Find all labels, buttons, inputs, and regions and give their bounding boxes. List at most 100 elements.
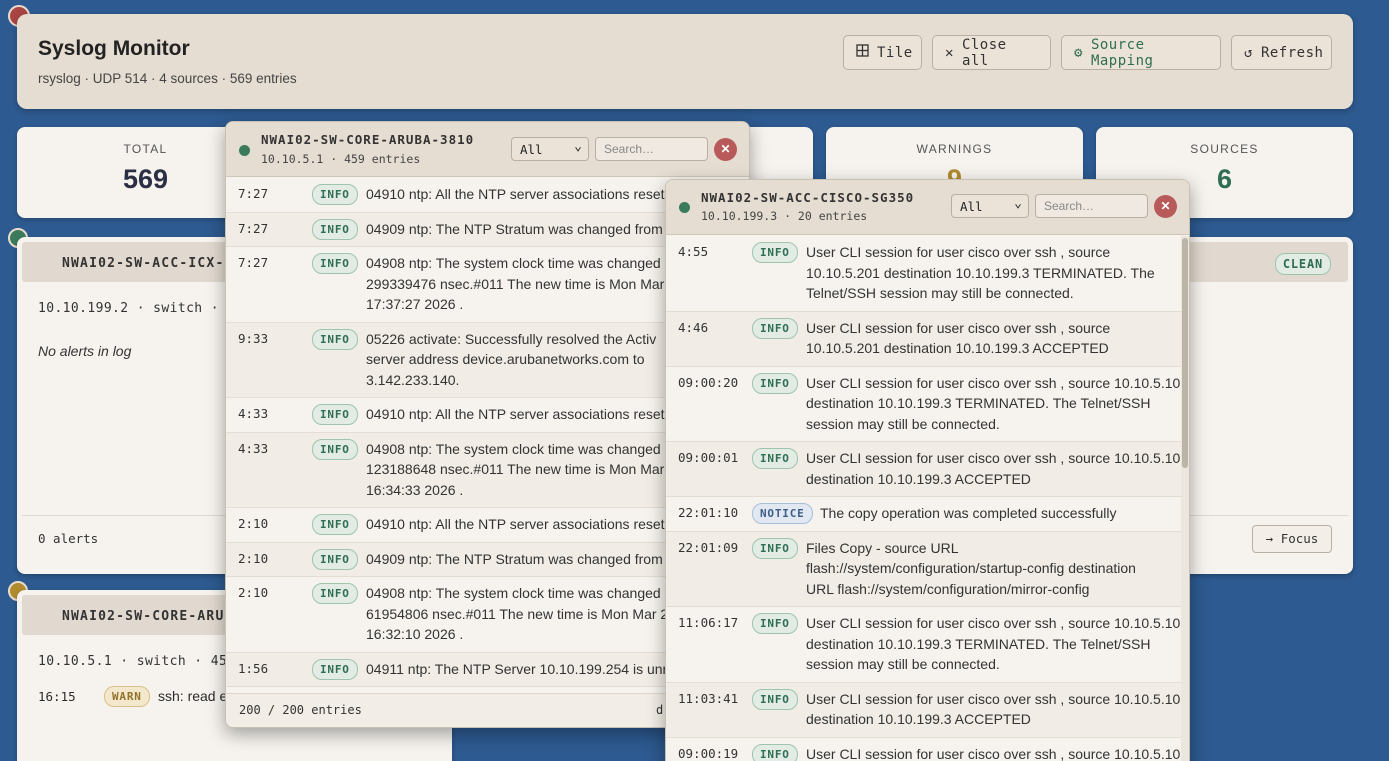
page-subtitle: rsyslog · UDP 514 · 4 sources · 569 entr…: [38, 71, 297, 86]
log-row[interactable]: 4:46 INFO User CLI session for user cisco …: [666, 311, 1181, 367]
close-panel-button[interactable]: ✕: [714, 138, 737, 161]
log-time: 4:33: [238, 406, 269, 421]
log-message: User CLI session for user cisco over ssh…: [806, 615, 1181, 672]
chevron-down-icon: ⌄: [1014, 196, 1022, 211]
log-time: 7:27: [238, 255, 269, 270]
log-message: 05226 activate: Successfully resolved th…: [366, 330, 657, 388]
log-row[interactable]: 09:00:19 INFO User CLI session for user ci…: [666, 738, 1181, 761]
log-time: 22:01:09: [678, 539, 739, 555]
level-badge: INFO: [312, 583, 358, 604]
clean-badge: CLEAN: [1274, 253, 1331, 275]
log-time: 2:10: [238, 585, 269, 600]
level-badge: INFO: [312, 253, 358, 274]
level-filter-select[interactable]: All ⌄: [951, 194, 1029, 218]
log-time: 4:46: [678, 319, 709, 335]
focus-button[interactable]: → Focus: [1252, 525, 1332, 553]
log-message: User CLI session for user cisco over ssh…: [806, 745, 1181, 761]
log-message: 04909 ntp: The NTP Stratum was changed f…: [366, 220, 663, 237]
log-time: 7:27: [238, 220, 269, 236]
level-badge: INFO: [312, 548, 358, 570]
log-row[interactable]: 11:03:41 INFO User CLI session for user ci…: [666, 682, 1181, 738]
log-time: 1:56: [238, 660, 269, 676]
close-icon: ✕: [945, 44, 954, 61]
refresh-button[interactable]: ↺ Refresh: [1231, 35, 1332, 70]
log-time: 22:01:10: [678, 505, 739, 520]
level-badge: INFO: [312, 328, 358, 350]
level-badge: INFO: [752, 743, 798, 761]
search-input[interactable]: Search…: [595, 137, 708, 161]
log-message: 04911 ntp: The NTP Server 10.10.199.254 …: [366, 660, 683, 677]
log-time: 7:27: [238, 186, 269, 201]
scrollbar-thumb[interactable]: [1182, 238, 1188, 468]
log-row[interactable]: 11:06:17 INFO User CLI session for user ci…: [666, 607, 1181, 683]
close-all-label: Close all: [961, 36, 1007, 69]
panel-header[interactable]: NWAI02-SW-CORE-ARUBA-3810 10.10.5.1 · 45…: [226, 122, 749, 177]
page-title: Syslog Monitor: [38, 37, 190, 60]
source-mapping-button[interactable]: ⚙ Source Mapping: [1061, 35, 1221, 70]
log-message: 04909 ntp: The NTP Stratum was changed f…: [366, 550, 663, 567]
log-row[interactable]: 22:01:10 NOTICE The copy operation was com…: [666, 497, 1181, 532]
log-row[interactable]: 09:00:20 INFO User CLI session for user ci…: [666, 367, 1181, 442]
log-message: User CLI session for user cisco over ssh…: [806, 244, 1155, 301]
refresh-label: Refresh: [1260, 44, 1324, 61]
panel-title: NWAI02-SW-CORE-ARUBA-3810: [261, 132, 475, 147]
log-message: 04908 ntp: The system clock time was cha…: [366, 585, 668, 642]
alert-count: 0 alerts: [38, 531, 99, 546]
level-filter-value: All: [520, 142, 543, 157]
close-all-button[interactable]: ✕ Close all: [932, 35, 1051, 70]
log-message: User CLI session for user cisco over ssh…: [806, 690, 1181, 728]
log-time: 09:00:20: [678, 374, 739, 390]
grid-icon: [856, 44, 869, 61]
alert-message: ssh: read e: [158, 688, 228, 704]
log-time: 4:55: [678, 244, 709, 259]
level-badge: INFO: [752, 317, 798, 339]
alert-time: 16:15: [38, 689, 76, 704]
level-badge: INFO: [752, 448, 798, 469]
entry-count: 200 / 200 entries: [239, 703, 362, 717]
app-header: Syslog Monitor rsyslog · UDP 514 · 4 sou…: [17, 14, 1353, 109]
level-badge: INFO: [752, 688, 798, 710]
log-message: 04910 ntp: All the NTP server associatio…: [366, 186, 665, 202]
log-time: 11:06:17: [678, 615, 739, 630]
log-time: 11:03:41: [678, 690, 739, 706]
search-input[interactable]: Search…: [1035, 194, 1148, 218]
level-badge: INFO: [752, 613, 798, 634]
log-row[interactable]: 22:01:09 INFO Files Copy - source URL flas…: [666, 531, 1181, 607]
log-message: User CLI session for user cisco over ssh…: [806, 374, 1181, 432]
status-dot: [239, 145, 250, 156]
chevron-down-icon: ⌄: [574, 139, 582, 154]
log-message: 04910 ntp: All the NTP server associatio…: [366, 406, 665, 422]
log-time: 9:33: [238, 330, 269, 346]
log-panel-cisco[interactable]: NWAI02-SW-ACC-CISCO-SG350 10.10.199.3 · …: [665, 179, 1190, 761]
status-dot: [679, 202, 690, 213]
level-badge: INFO: [752, 537, 798, 559]
refresh-icon: ↺: [1244, 44, 1253, 61]
panel-meta: 10.10.199.3 · 20 entries: [701, 209, 868, 223]
level-filter-value: All: [960, 199, 983, 214]
warn-badge: WARN: [104, 686, 150, 707]
log-message: User CLI session for user cisco over ssh…: [806, 450, 1181, 487]
panel-header[interactable]: NWAI02-SW-ACC-CISCO-SG350 10.10.199.3 · …: [666, 180, 1189, 235]
level-badge: INFO: [312, 658, 358, 680]
device-card-meta: 10.10.199.2 · switch · 42: [38, 301, 244, 316]
footer-right: d: [656, 703, 664, 717]
level-filter-select[interactable]: All ⌄: [511, 137, 589, 161]
log-time: 09:00:19: [678, 745, 739, 761]
level-badge: INFO: [752, 372, 798, 394]
tile-button[interactable]: Tile: [843, 35, 922, 70]
log-row[interactable]: 4:55 INFO User CLI session for user cisco …: [666, 236, 1181, 312]
log-time: 09:00:01: [678, 450, 739, 465]
scrollbar[interactable]: [1181, 236, 1189, 761]
level-badge: INFO: [752, 242, 798, 263]
close-panel-button[interactable]: ✕: [1154, 195, 1177, 218]
log-time: 2:10: [238, 516, 269, 531]
log-message: 04908 ntp: The system clock time was cha…: [366, 255, 665, 312]
log-time: 4:33: [238, 440, 269, 456]
level-badge: INFO: [312, 438, 358, 460]
level-badge: INFO: [312, 218, 358, 240]
source-mapping-label: Source Mapping: [1090, 36, 1154, 69]
log-list[interactable]: 4:55 INFO User CLI session for user cisco …: [666, 236, 1181, 761]
log-row[interactable]: 09:00:01 INFO User CLI session for user ci…: [666, 442, 1181, 497]
empty-state-text: No alerts in log: [38, 343, 132, 359]
log-message: Files Copy - source URL flash://system/c…: [806, 539, 1136, 597]
